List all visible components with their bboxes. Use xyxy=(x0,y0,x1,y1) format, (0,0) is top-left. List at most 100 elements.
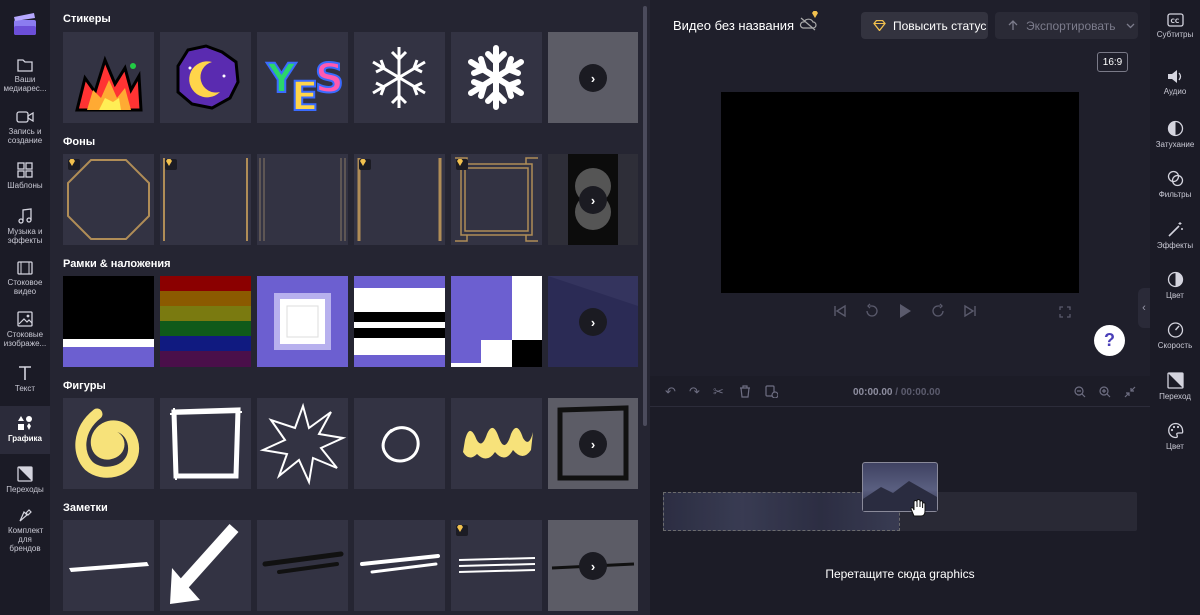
svg-text:S: S xyxy=(315,56,344,102)
upgrade-button[interactable]: Повысить статус xyxy=(861,12,988,39)
overlays-see-more[interactable]: › xyxy=(548,276,638,367)
nav-captions[interactable]: CC Субтитры xyxy=(1150,13,1200,39)
sticker-moon[interactable] xyxy=(160,32,251,123)
notes-see-more[interactable]: › xyxy=(548,520,638,611)
sticker-snowflake-outline[interactable] xyxy=(354,32,445,123)
shape-square-outline[interactable] xyxy=(160,398,251,489)
skip-back-icon[interactable] xyxy=(833,304,847,318)
note-arrow[interactable] xyxy=(160,520,251,611)
delete-icon[interactable] xyxy=(739,385,751,398)
export-button[interactable]: Экспортировать xyxy=(995,12,1138,39)
background-gold-bars[interactable] xyxy=(354,154,445,245)
folder-icon xyxy=(17,59,33,72)
fullscreen-icon[interactable] xyxy=(1059,306,1071,318)
nav-label: Переход xyxy=(1159,392,1191,401)
premium-diamond-icon xyxy=(456,525,468,536)
nav-stock-images[interactable]: Стоковые изображе... xyxy=(0,311,50,355)
zoom-in-icon[interactable] xyxy=(1099,386,1111,398)
play-icon[interactable] xyxy=(897,303,913,319)
nav-label: Запись и создание xyxy=(7,127,43,145)
transition-icon xyxy=(1166,372,1184,389)
split-icon[interactable]: ✂ xyxy=(713,384,724,400)
shape-circle-outline[interactable] xyxy=(354,398,445,489)
chevron-right-icon: › xyxy=(579,552,607,580)
note-double-stroke[interactable] xyxy=(257,520,348,611)
redo-icon[interactable]: ↷ xyxy=(689,384,700,400)
chevron-right-icon: › xyxy=(579,186,607,214)
panel-scrollbar[interactable] xyxy=(643,6,647,426)
nav-effects[interactable]: Эффекты xyxy=(1150,221,1200,250)
shape-burst[interactable] xyxy=(257,398,348,489)
video-preview[interactable] xyxy=(721,92,1079,293)
upgrade-label: Повысить статус xyxy=(893,18,987,33)
background-octagon-frame[interactable] xyxy=(63,154,154,245)
nav-fade[interactable]: Затухание xyxy=(1150,120,1200,149)
timecode: 00:00.00 / 00:00.00 xyxy=(853,387,940,398)
nav-templates[interactable]: Шаблоны xyxy=(0,162,50,196)
nav-stock-video[interactable]: Стоковое видео xyxy=(0,261,50,303)
nav-transition[interactable]: Переход xyxy=(1150,372,1200,401)
nav-speed[interactable]: Скорость xyxy=(1150,321,1200,350)
timeline-divider xyxy=(650,406,1150,407)
background-side-lines[interactable] xyxy=(160,154,251,245)
aspect-ratio-button[interactable]: 16:9 xyxy=(1097,52,1128,72)
nav-label: Цвет xyxy=(1166,442,1184,451)
nav-color-palette[interactable]: Цвет xyxy=(1150,422,1200,451)
overlay-rainbow-stripes[interactable] xyxy=(160,276,251,367)
project-title[interactable]: Видео без названия xyxy=(673,18,794,33)
stickers-see-more[interactable]: › xyxy=(548,32,638,123)
nav-transitions[interactable]: Переходы xyxy=(0,466,50,498)
export-label: Экспортировать xyxy=(1026,18,1116,33)
help-button[interactable]: ? xyxy=(1094,325,1125,356)
shapes-see-more[interactable]: › xyxy=(548,398,638,489)
note-triple-strokes[interactable] xyxy=(451,520,542,611)
forward-5-icon[interactable] xyxy=(930,303,946,319)
cloud-off-icon[interactable] xyxy=(799,11,818,37)
overlay-checker[interactable] xyxy=(451,276,542,367)
nav-label: Шаблоны xyxy=(7,181,43,190)
app-logo[interactable] xyxy=(12,12,38,36)
section-title-notes: Заметки xyxy=(63,502,108,514)
undo-icon[interactable]: ↶ xyxy=(665,384,676,400)
fit-timeline-icon[interactable] xyxy=(1124,386,1136,398)
zoom-out-icon[interactable] xyxy=(1074,386,1086,398)
left-navigation: Ваши медиарес... Запись и создание Шабло… xyxy=(0,0,50,615)
filters-icon xyxy=(1167,170,1183,187)
sticker-fire[interactable] xyxy=(63,32,154,123)
graphics-panel: Стикеры YES › Фоны › Рамки & наложения ›… xyxy=(50,0,650,615)
shape-scribble[interactable] xyxy=(451,398,542,489)
note-white-strokes[interactable] xyxy=(354,520,445,611)
note-brush-stroke[interactable] xyxy=(63,520,154,611)
image-icon xyxy=(17,311,33,327)
nav-label: Фильтры xyxy=(1158,190,1192,199)
background-deco-frame[interactable] xyxy=(451,154,542,245)
right-properties-nav: CC Субтитры Аудио Затухание Фильтры Эффе… xyxy=(1150,0,1200,615)
nav-text[interactable]: Текст xyxy=(0,365,50,397)
transition-icon xyxy=(17,466,33,482)
overlay-purple-square[interactable] xyxy=(257,276,348,367)
chevron-right-icon: › xyxy=(579,64,607,92)
overlay-black-purple[interactable] xyxy=(63,276,154,367)
add-media-icon[interactable] xyxy=(765,385,778,398)
shape-spiral[interactable] xyxy=(63,398,154,489)
nav-your-media[interactable]: Ваши медиарес... xyxy=(0,58,50,100)
skip-forward-icon[interactable] xyxy=(963,304,977,318)
backgrounds-see-more[interactable]: › xyxy=(548,154,638,245)
sticker-snowflake-solid[interactable] xyxy=(451,32,542,123)
rewind-5-icon[interactable] xyxy=(864,303,880,319)
sticker-yes[interactable]: YES xyxy=(257,32,348,123)
nav-brand-kit[interactable]: Комплект для брендов xyxy=(0,509,50,555)
overlay-black-bars[interactable] xyxy=(354,276,445,367)
nav-record-create[interactable]: Запись и создание xyxy=(0,110,50,150)
magic-wand-icon xyxy=(1167,222,1183,237)
nav-color[interactable]: Цвет xyxy=(1150,271,1200,300)
background-double-lines[interactable] xyxy=(257,154,348,245)
color-icon xyxy=(1167,271,1183,288)
nav-music-effects[interactable]: Музыка и эффекты xyxy=(0,208,50,250)
time-separator: / xyxy=(895,387,899,398)
collapse-right-handle[interactable]: ‹ xyxy=(1138,288,1150,328)
nav-filters[interactable]: Фильтры xyxy=(1150,170,1200,199)
nav-graphics[interactable]: Графика xyxy=(0,406,50,454)
speaker-icon xyxy=(1167,70,1181,83)
nav-audio[interactable]: Аудио xyxy=(1150,69,1200,96)
